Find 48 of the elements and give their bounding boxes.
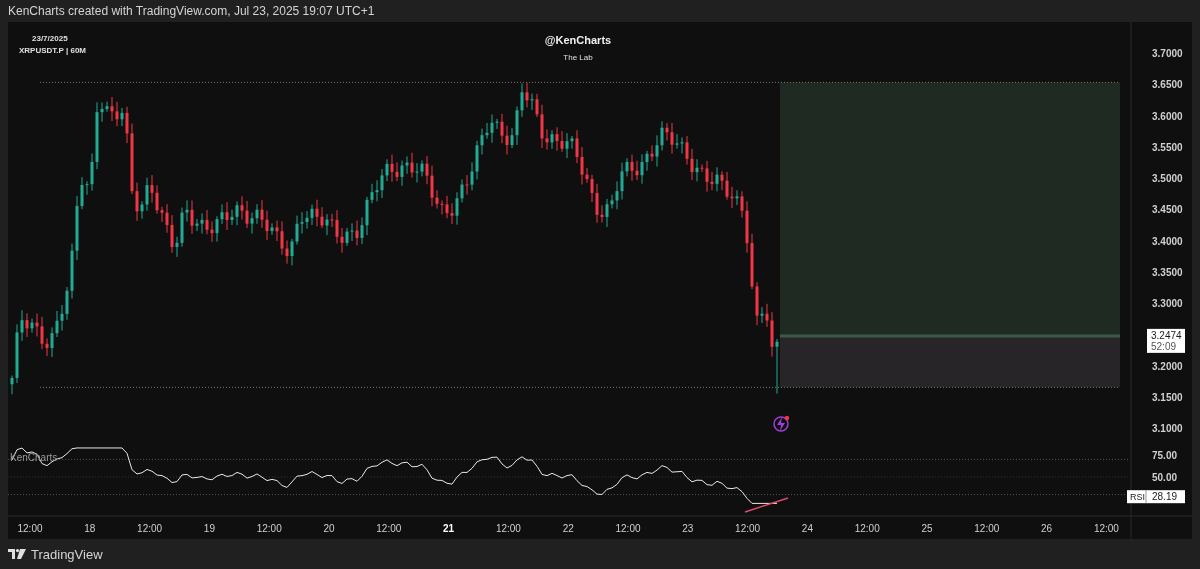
time-axis-label: 24 bbox=[801, 523, 813, 534]
price-axis-label: 3.5000 bbox=[1152, 173, 1183, 184]
price-axis-label: 3.6000 bbox=[1152, 110, 1183, 122]
trend-line bbox=[744, 497, 789, 513]
rsi-tag-label: RSI bbox=[1130, 492, 1145, 503]
lightning-alert-icon[interactable] bbox=[773, 415, 790, 432]
time-axis-label: 22 bbox=[562, 523, 574, 534]
price-axis-label: 3.7000 bbox=[1152, 48, 1183, 59]
chart-date: 23/7/2025 bbox=[32, 34, 68, 43]
time-axis-label: 18 bbox=[84, 523, 96, 534]
rsi-value-label: 28.19 bbox=[1152, 491, 1178, 503]
price-axis-label: 3.3000 bbox=[1152, 298, 1183, 309]
time-axis-label: 12:00 bbox=[974, 523, 1000, 534]
time-axis-label: 21 bbox=[443, 523, 455, 534]
price-axis-label: 3.1500 bbox=[1152, 391, 1183, 403]
price-axis-label: 3.4000 bbox=[1152, 235, 1183, 247]
time-axis-label: 23 bbox=[682, 523, 694, 534]
time-axis-label: 12:00 bbox=[1093, 523, 1119, 534]
time-axis-label: 12:00 bbox=[495, 523, 521, 534]
price-axis-label: 3.1000 bbox=[1152, 423, 1183, 434]
time-axis-label: 12:00 bbox=[256, 523, 282, 534]
price-axis-label: 3.2000 bbox=[1152, 360, 1183, 372]
price-axis-label: 3.5500 bbox=[1152, 141, 1183, 153]
time-axis-label: 12:00 bbox=[376, 523, 402, 534]
price-axis-label: 3.4500 bbox=[1152, 204, 1183, 216]
rsi-tag-background bbox=[1127, 490, 1185, 504]
rsi-axis-label: 50.00 bbox=[1152, 472, 1178, 483]
chart-subtitle: The Lab bbox=[563, 53, 593, 62]
rsi-axis-label: 75.00 bbox=[1152, 450, 1178, 461]
price-axis-label: 3.6500 bbox=[1152, 79, 1183, 91]
time-axis-label: 12:00 bbox=[17, 523, 43, 534]
time-axis-label: 25 bbox=[921, 523, 933, 534]
price-axis-label: 3.3500 bbox=[1152, 266, 1183, 278]
chart-author: @KenCharts bbox=[544, 34, 612, 46]
time-axis-label: 12:00 bbox=[854, 523, 880, 534]
time-axis-label: 26 bbox=[1041, 523, 1053, 534]
symbol-label: XRPUSDT.P | 60M bbox=[19, 46, 86, 55]
time-axis-label: 20 bbox=[323, 523, 335, 534]
countdown-label: 52:09 bbox=[1151, 340, 1177, 352]
tradingview-logo-icon bbox=[8, 549, 26, 559]
last-price-background bbox=[1147, 328, 1185, 353]
last-price-label: 3.2474 bbox=[1151, 329, 1182, 341]
time-axis-label: 12:00 bbox=[735, 523, 761, 534]
time-axis-label: 12:00 bbox=[137, 523, 163, 534]
header-text: KenCharts created with TradingView.com, Jul 23, 2025 19:07 UTC+1 bbox=[8, 4, 375, 18]
time-axis-label: 19 bbox=[203, 523, 215, 534]
time-axis-label: 12:00 bbox=[615, 523, 641, 534]
brand-name: TradingView bbox=[31, 546, 103, 562]
